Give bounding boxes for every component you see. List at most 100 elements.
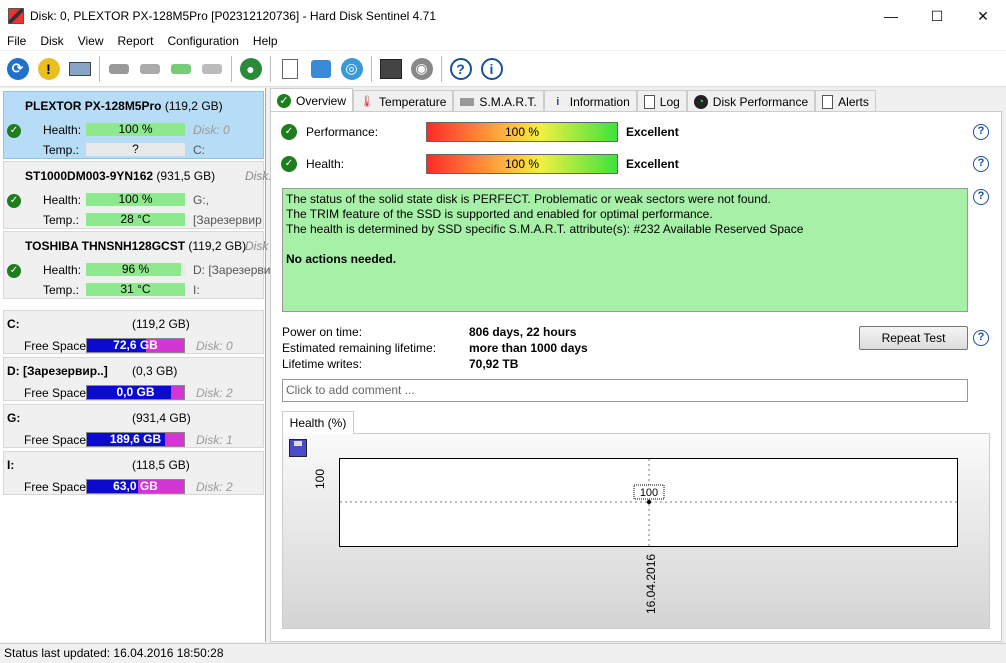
tab-log[interactable]: Log bbox=[636, 90, 687, 112]
settings-icon[interactable] bbox=[377, 55, 404, 82]
disk-check-icon[interactable] bbox=[136, 55, 163, 82]
maximize-button[interactable]: ☐ bbox=[914, 0, 960, 32]
temp-bar: 31 °C bbox=[86, 283, 185, 296]
report-icon[interactable] bbox=[276, 55, 303, 82]
status-line: The TRIM feature of the SSD is supported… bbox=[286, 207, 713, 221]
disk-model: TOSHIBA THNSNH128GCST bbox=[25, 239, 186, 253]
check-icon: ✓ bbox=[281, 156, 297, 172]
toolbar: ⟳ ! ● ◎ ◉ ? i bbox=[0, 51, 1006, 87]
temp-bar: 28 °C bbox=[86, 213, 185, 226]
temp-value: 31 °C bbox=[120, 282, 151, 296]
volume-name: C: bbox=[7, 317, 20, 331]
disk-ok-icon[interactable] bbox=[167, 55, 194, 82]
volume-disk: Disk: 0 bbox=[196, 339, 233, 353]
help-icon[interactable]: ? bbox=[973, 189, 989, 205]
writes-value: 70,92 TB bbox=[469, 357, 519, 371]
tab-label: S.M.A.R.T. bbox=[479, 94, 537, 109]
disk-icon[interactable] bbox=[66, 55, 93, 82]
tab-information[interactable]: i Information bbox=[543, 90, 637, 112]
menu-report[interactable]: Report bbox=[110, 34, 160, 48]
volume-size: (0,3 GB) bbox=[132, 364, 178, 378]
menu-disk[interactable]: Disk bbox=[33, 34, 70, 48]
performance-label: Performance: bbox=[306, 125, 379, 139]
tab-overview[interactable]: ✓ Overview bbox=[270, 88, 354, 112]
disk-volumes: C: bbox=[193, 143, 205, 157]
gauge-icon: ◔ bbox=[693, 94, 708, 109]
close-button[interactable]: ✕ bbox=[960, 0, 1006, 32]
tab-temperature[interactable]: 🌡 Temperature bbox=[353, 90, 454, 112]
tab-smart[interactable]: S.M.A.R.T. bbox=[453, 90, 544, 112]
tab-label: Information bbox=[569, 94, 630, 109]
info-icon[interactable]: i bbox=[478, 55, 505, 82]
info-icon: i bbox=[556, 95, 560, 108]
volume-card-i[interactable]: I: (118,5 GB) Free Space 63,0 GB Disk: 2 bbox=[3, 451, 264, 495]
volume-name: I: bbox=[7, 458, 15, 472]
disk-number: Disk: 0 bbox=[193, 123, 230, 137]
warning-icon[interactable]: ! bbox=[35, 55, 62, 82]
save-icon[interactable] bbox=[289, 439, 307, 457]
comment-input[interactable]: Click to add comment ... bbox=[282, 379, 968, 402]
disk-size: (931,5 GB) bbox=[156, 169, 216, 183]
volume-card-c[interactable]: C: (119,2 GB) Free Space 72,6 GB Disk: 0 bbox=[3, 310, 264, 354]
performance-value: 100 % bbox=[504, 125, 540, 139]
disk-scan-icon[interactable] bbox=[198, 55, 225, 82]
menu-bar: File Disk View Report Configuration Help bbox=[0, 32, 1006, 50]
repeat-test-button[interactable]: Repeat Test bbox=[859, 326, 968, 350]
tab-disk-performance[interactable]: ◔ Disk Performance bbox=[686, 90, 816, 112]
temp-label: Temp.: bbox=[43, 283, 80, 297]
menu-help[interactable]: Help bbox=[246, 34, 285, 48]
health-bar: 100 % bbox=[426, 154, 618, 174]
health-row: ✓ Health: 100 % Excellent bbox=[281, 154, 993, 174]
volume-disk: Disk: 2 bbox=[196, 480, 233, 494]
disk-size: (119,2 GB) bbox=[188, 239, 247, 253]
toolbar-separator bbox=[371, 55, 372, 82]
health-value: 100 % bbox=[118, 122, 153, 136]
tab-health-chart[interactable]: Health (%) bbox=[282, 411, 354, 434]
overview-panel: ✓ Performance: 100 % Excellent ? ✓ Healt… bbox=[270, 111, 1002, 642]
disk-number: Disk bbox=[245, 239, 269, 253]
free-space-bar: 72,6 GB bbox=[86, 338, 185, 353]
volume-disk: Disk: 1 bbox=[196, 433, 233, 447]
disk-card-1[interactable]: ST1000DM003-9YN162 (931,5 GB) Disk: 1 ✓ … bbox=[3, 161, 282, 229]
health-label: Health: bbox=[43, 263, 82, 277]
refresh-icon[interactable]: ⟳ bbox=[4, 55, 31, 82]
health-bar: 100 % bbox=[86, 123, 185, 136]
title-bar: Disk: 0, PLEXTOR PX-128M5Pro [P023121207… bbox=[0, 0, 1006, 32]
network-icon[interactable]: ◎ bbox=[338, 55, 365, 82]
chart-plot: 100 bbox=[339, 458, 959, 548]
tab-label: Disk Performance bbox=[712, 94, 809, 109]
menu-configuration[interactable]: Configuration bbox=[161, 34, 246, 48]
free-space-label: Free Space bbox=[24, 480, 87, 494]
disk-card-0[interactable]: PLEXTOR PX-128M5Pro (119,2 GB) ✓ Health:… bbox=[3, 91, 264, 159]
free-space-bar: 0,0 GB bbox=[86, 385, 185, 400]
lifetime-value: more than 1000 days bbox=[469, 341, 588, 355]
disk-name: TOSHIBA THNSNH128GCST (119,2 GB) bbox=[25, 239, 246, 253]
disk-card-2[interactable]: TOSHIBA THNSNH128GCST (119,2 GB) Disk ✓ … bbox=[3, 231, 277, 299]
volume-card-g[interactable]: G: (931,4 GB) Free Space 189,6 GB Disk: … bbox=[3, 404, 264, 448]
sound-icon[interactable]: ◉ bbox=[408, 55, 435, 82]
check-icon: ✓ bbox=[7, 124, 21, 138]
send-icon[interactable] bbox=[307, 55, 334, 82]
tab-alerts[interactable]: Alerts bbox=[815, 90, 876, 112]
disk-tool-icon[interactable] bbox=[105, 55, 132, 82]
minimize-button[interactable]: — bbox=[868, 0, 914, 32]
free-space-bar: 63,0 GB bbox=[86, 479, 185, 494]
help-icon[interactable]: ? bbox=[447, 55, 474, 82]
menu-file[interactable]: File bbox=[0, 34, 33, 48]
globe-icon[interactable]: ● bbox=[237, 55, 264, 82]
free-space-bar: 189,6 GB bbox=[86, 432, 185, 447]
health-label: Health: bbox=[43, 123, 82, 137]
health-label: Health: bbox=[43, 193, 82, 207]
disk-model: PLEXTOR PX-128M5Pro bbox=[25, 99, 162, 113]
health-chart-area: 100 100 16.04.2016 bbox=[282, 433, 990, 629]
toolbar-separator bbox=[99, 55, 100, 82]
help-icon[interactable]: ? bbox=[973, 156, 989, 172]
tab-label: Temperature bbox=[379, 94, 447, 109]
menu-view[interactable]: View bbox=[71, 34, 111, 48]
help-icon[interactable]: ? bbox=[973, 330, 989, 346]
help-icon[interactable]: ? bbox=[973, 124, 989, 140]
volume-card-d[interactable]: D: [Зарезервир..] (0,3 GB) Free Space 0,… bbox=[3, 357, 264, 401]
disk-name: ST1000DM003-9YN162 (931,5 GB) bbox=[25, 169, 215, 183]
document-icon bbox=[643, 94, 655, 109]
health-bar: 100 % bbox=[86, 193, 185, 206]
